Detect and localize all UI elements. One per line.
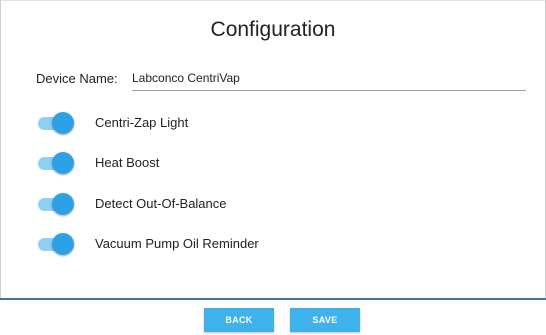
toggle-thumb xyxy=(52,112,74,134)
device-name-label: Device Name: xyxy=(36,71,118,86)
device-name-row: Device Name: xyxy=(36,68,526,91)
heat-boost-toggle[interactable] xyxy=(38,150,74,176)
toggle-thumb xyxy=(52,193,74,215)
left-border xyxy=(0,0,1,300)
toggle-thumb xyxy=(52,152,74,174)
toggle-row-heat-boost: Heat Boost xyxy=(38,150,458,176)
top-border xyxy=(0,0,546,1)
detect-out-of-balance-toggle[interactable] xyxy=(38,191,74,217)
detect-out-of-balance-label: Detect Out-Of-Balance xyxy=(95,196,227,211)
centri-zap-light-label: Centri-Zap Light xyxy=(95,115,189,130)
save-button[interactable]: SAVE xyxy=(290,308,360,332)
vacuum-pump-oil-reminder-toggle[interactable] xyxy=(38,231,74,257)
heat-boost-label: Heat Boost xyxy=(95,155,160,170)
page-title: Configuration xyxy=(210,18,336,41)
configuration-screen: Configuration Device Name: Centri-Zap Li… xyxy=(0,0,546,335)
toggle-thumb xyxy=(52,233,74,255)
centri-zap-light-toggle[interactable] xyxy=(38,110,74,136)
back-button[interactable]: BACK xyxy=(204,308,274,332)
footer-bar: BACK SAVE xyxy=(0,300,546,335)
toggle-row-centri-zap-light: Centri-Zap Light xyxy=(38,110,458,136)
toggle-row-vacuum-pump-oil-reminder: Vacuum Pump Oil Reminder xyxy=(38,231,458,257)
toggle-row-detect-out-of-balance: Detect Out-Of-Balance xyxy=(38,191,458,217)
device-name-input[interactable] xyxy=(132,68,526,91)
vacuum-pump-oil-reminder-label: Vacuum Pump Oil Reminder xyxy=(95,236,259,251)
